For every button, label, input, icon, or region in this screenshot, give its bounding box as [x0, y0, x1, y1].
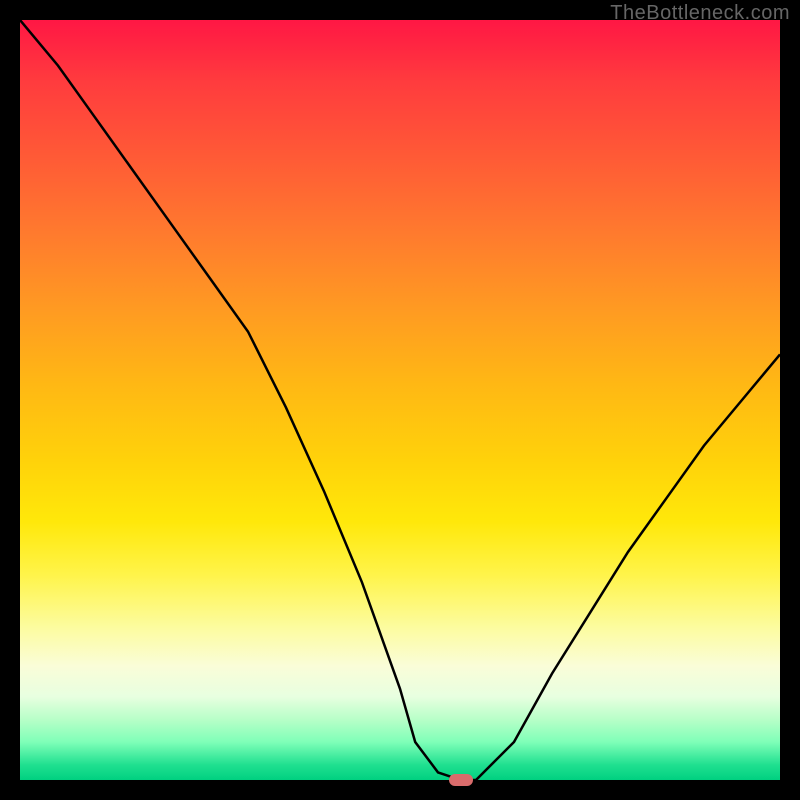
- chart-frame: TheBottleneck.com: [0, 0, 800, 800]
- curve-svg: [20, 20, 780, 780]
- bottleneck-curve: [20, 20, 780, 780]
- plot-area: [20, 20, 780, 780]
- watermark-text: TheBottleneck.com: [610, 2, 790, 25]
- optimal-marker: [449, 774, 473, 786]
